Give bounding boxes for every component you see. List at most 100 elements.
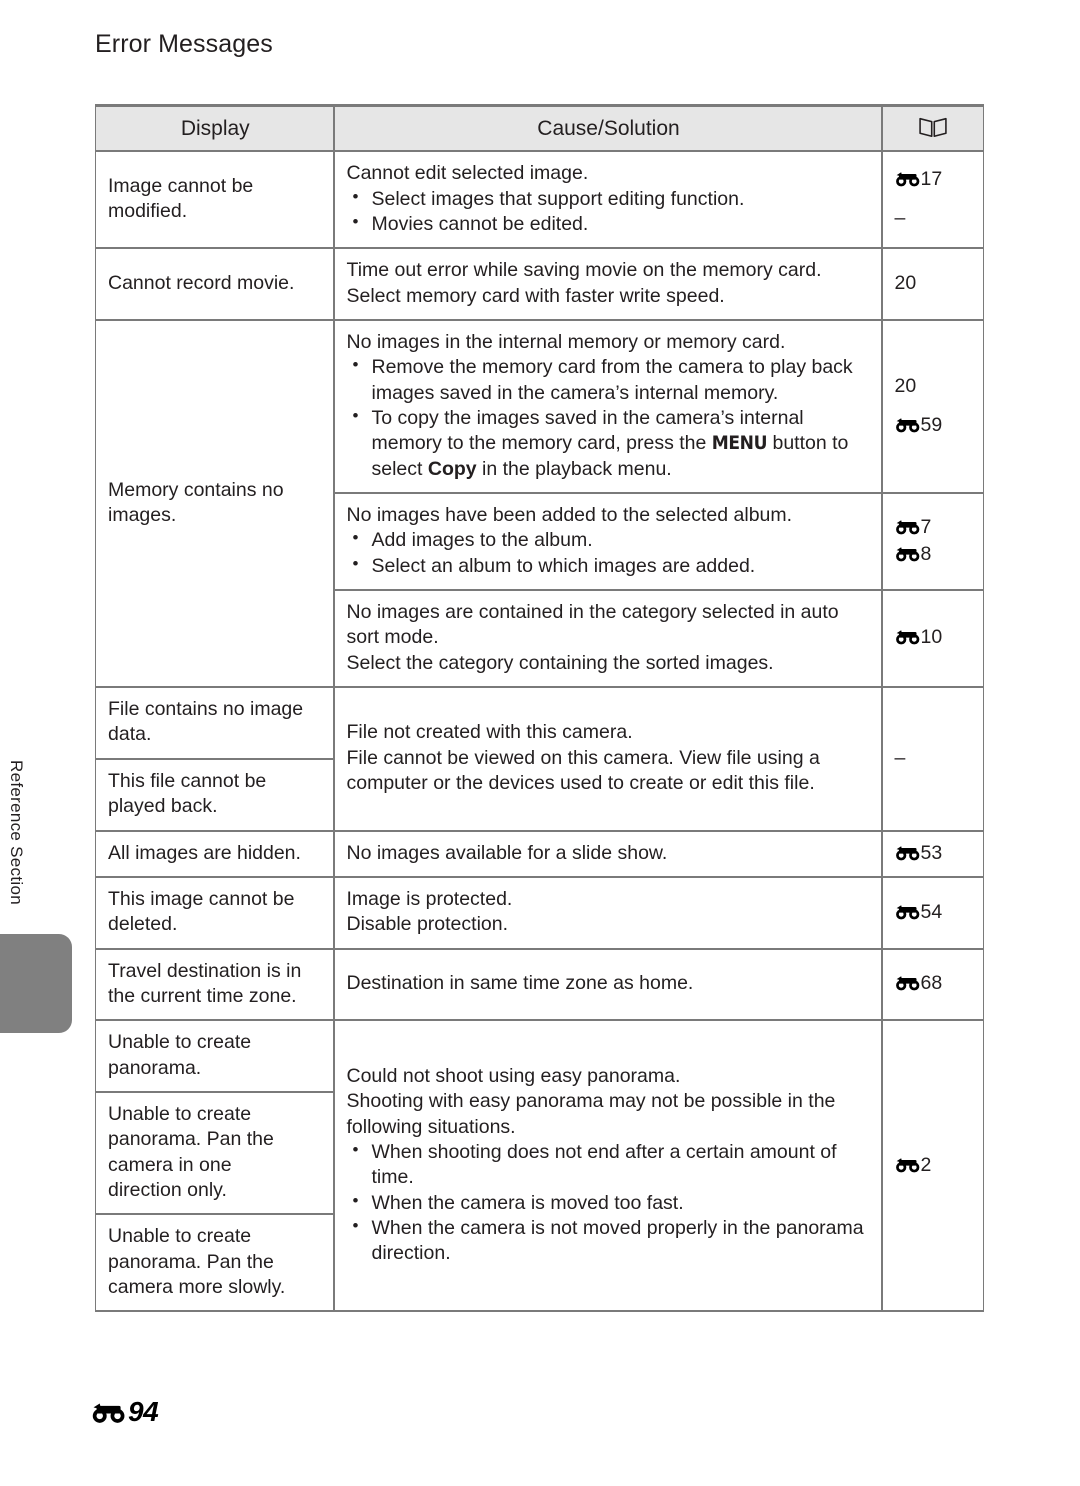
- display-line: modified.: [108, 200, 188, 223]
- reference-number: 53: [920, 841, 943, 864]
- reference-number: 8: [920, 543, 932, 566]
- cause-line: File cannot be viewed on this camera. Vi…: [346, 746, 820, 794]
- cell-reference: 54: [880, 875, 984, 950]
- display-line: Unable to create: [108, 1102, 252, 1125]
- table-row: Travel destination is in the current tim…: [95, 947, 984, 1022]
- cell-reference: 2: [880, 1019, 984, 1313]
- bullet-item: When shooting does not end after a certa…: [347, 1139, 871, 1191]
- cell-reference: 10: [880, 589, 984, 689]
- display-line: deleted.: [108, 913, 178, 936]
- table-row: Cannot record movie. Time out error whil…: [95, 247, 984, 322]
- cell-cause-solution: Destination in same time zone as home.: [332, 947, 882, 1022]
- reference-number: 17: [920, 167, 943, 190]
- cause-line: Select memory card with faster write spe…: [346, 284, 725, 307]
- reference-entry: 17: [895, 167, 974, 192]
- bullet-item: To copy the images saved in the camera’s…: [347, 405, 871, 482]
- cause-line: No images are contained in the category …: [346, 601, 839, 649]
- e-reference-icon: [895, 1156, 921, 1173]
- e-reference-icon: [895, 416, 921, 433]
- reference-entry: 53: [895, 841, 974, 866]
- cell-reference: –: [880, 686, 984, 832]
- cause-line: Select the category containing the sorte…: [346, 651, 774, 674]
- bullet-item: When the camera is moved too fast.: [347, 1190, 871, 1216]
- reference-entry: 8: [895, 542, 974, 567]
- cell-display: File contains no image data.: [95, 686, 334, 760]
- error-messages-table-wrapper: Display Cause/Solution Image cannot be m…: [95, 104, 984, 1313]
- display-line: direction only.: [108, 1178, 227, 1201]
- cell-reference: 17 –: [880, 150, 984, 250]
- e-reference-icon: [895, 545, 921, 562]
- cell-cause-solution: Cannot edit selected image. Select image…: [332, 150, 882, 250]
- cell-cause-solution: No images in the internal memory or memo…: [332, 319, 882, 495]
- display-line: camera more slowly.: [108, 1275, 286, 1298]
- footer-page-number: 94: [128, 1396, 159, 1427]
- reference-entry: 59: [895, 413, 974, 438]
- page-title: Error Messages: [95, 30, 273, 58]
- display-line: This image cannot be: [108, 887, 295, 910]
- cell-reference: 20 59: [880, 319, 984, 495]
- e-reference-icon: [895, 628, 921, 645]
- cause-lead: Shooting with easy panorama may not be p…: [346, 1090, 836, 1138]
- cause-line: No images available for a slide show.: [346, 841, 668, 864]
- reference-number: 54: [920, 900, 943, 923]
- cell-display: This file cannot be played back.: [95, 757, 334, 832]
- table-row: Image cannot be modified. Cannot edit se…: [95, 150, 984, 250]
- reference-number: 7: [920, 515, 932, 538]
- cell-display: All images are hidden.: [95, 829, 334, 878]
- cause-bullet-list: Select images that support editing funct…: [347, 186, 871, 238]
- cause-line: Disable protection.: [346, 913, 509, 936]
- reference-number: 59: [920, 414, 943, 437]
- reference-entry: 68: [895, 971, 974, 996]
- cell-display: Memory contains no images.: [95, 319, 334, 689]
- cause-lead: No images in the internal memory or memo…: [346, 331, 786, 354]
- cause-line: File not created with this camera.: [346, 721, 633, 744]
- reference-number: 20: [894, 374, 917, 397]
- reference-entry: 10: [895, 625, 974, 650]
- cell-cause-solution: Time out error while saving movie on the…: [332, 247, 882, 322]
- display-line: This file cannot be: [108, 769, 267, 792]
- display-line: panorama.: [108, 1056, 202, 1079]
- display-line: camera in one: [108, 1153, 232, 1176]
- cell-reference: 53: [880, 829, 984, 878]
- cell-display: Unable to create panorama.: [95, 1019, 334, 1093]
- table-row: File contains no image data. File not cr…: [95, 686, 984, 832]
- reference-number: –: [894, 746, 906, 769]
- reference-number: 20: [894, 272, 917, 294]
- table-row: All images are hidden. No images availab…: [95, 829, 984, 878]
- table-row: This image cannot be deleted. Image is p…: [95, 875, 984, 950]
- display-line: panorama. Pan the: [108, 1250, 274, 1273]
- cell-cause-solution: Image is protected. Disable protection.: [332, 875, 882, 950]
- bullet-item: Select an album to which images are adde…: [347, 553, 871, 579]
- cell-cause-solution: File not created with this camera. File …: [332, 686, 882, 832]
- header-reference: [880, 104, 984, 153]
- cause-lead: Cannot edit selected image.: [346, 162, 589, 185]
- copy-keyword: Copy: [427, 457, 477, 480]
- display-line: File contains no image: [108, 698, 304, 721]
- reference-number: 2: [920, 1153, 932, 1176]
- reference-entry: 54: [895, 900, 974, 925]
- cell-cause-solution: Could not shoot using easy panorama. Sho…: [332, 1019, 882, 1313]
- cause-bullet-list: Add images to the album. Select an album…: [347, 527, 871, 579]
- header-cause-solution: Cause/Solution: [332, 104, 882, 153]
- cause-bullet-list: When shooting does not end after a certa…: [347, 1139, 871, 1267]
- display-line: All images are hidden.: [108, 841, 301, 864]
- cell-display: Travel destination is in the current tim…: [95, 947, 334, 1022]
- bullet-item: Movies cannot be edited.: [347, 211, 871, 237]
- e-reference-icon: [895, 974, 921, 991]
- display-line: Image cannot be: [108, 174, 254, 197]
- cell-display: Cannot record movie.: [95, 247, 334, 322]
- table-row: Memory contains no images. No images in …: [95, 319, 984, 689]
- open-book-icon: [918, 115, 948, 139]
- display-line: Unable to create: [108, 1031, 252, 1054]
- display-line: Unable to create: [108, 1225, 252, 1248]
- page-footer: 94: [92, 1396, 159, 1428]
- cell-cause-solution: No images have been added to the selecte…: [332, 492, 882, 592]
- cell-display: Unable to create panorama. Pan the camer…: [95, 1213, 334, 1313]
- display-line: the current time zone.: [108, 984, 297, 1007]
- cause-lead: Could not shoot using easy panorama.: [346, 1064, 681, 1087]
- cause-lead: No images have been added to the selecte…: [346, 504, 793, 527]
- header-display: Display: [95, 104, 334, 153]
- display-line: Cannot record movie.: [108, 272, 295, 294]
- cause-line: Image is protected.: [346, 887, 513, 910]
- cell-cause-solution: No images are contained in the category …: [332, 589, 882, 689]
